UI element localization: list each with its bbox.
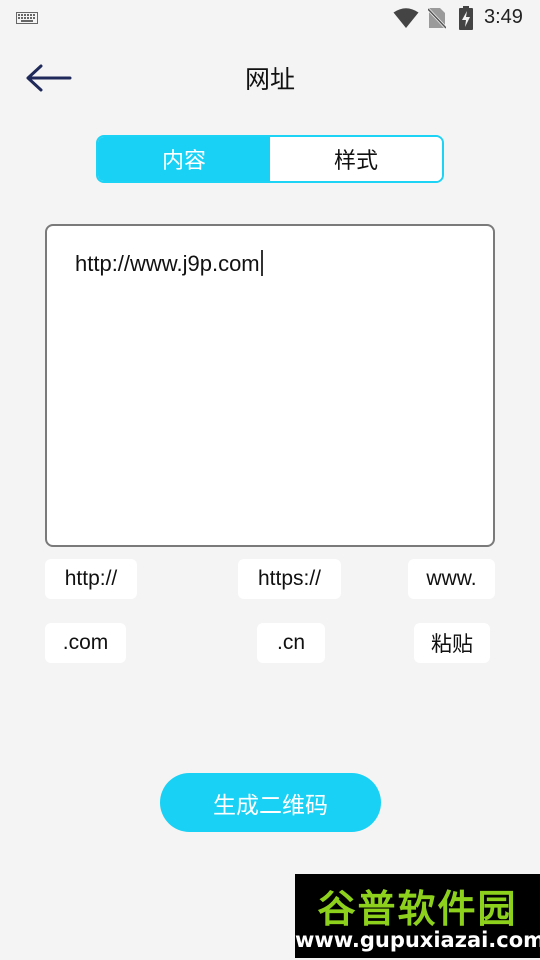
url-input[interactable]: http://www.j9p.com <box>45 224 495 547</box>
paste-button[interactable]: 粘贴 <box>414 623 490 663</box>
tab-bar: 内容 样式 <box>96 135 444 183</box>
text-cursor <box>260 250 263 276</box>
battery-charging-icon <box>459 6 473 30</box>
chip-cn[interactable]: .cn <box>257 623 325 663</box>
chip-http[interactable]: http:// <box>45 559 137 599</box>
page-title: 网址 <box>244 65 295 94</box>
url-input-value: http://www.j9p.com <box>75 251 260 276</box>
chip-com[interactable]: .com <box>45 623 126 663</box>
watermark-logo: 谷普软件园 www.gupuxiazai.com <box>295 874 540 958</box>
watermark-title: 谷普软件园 <box>317 887 518 931</box>
chip-https[interactable]: https:// <box>238 559 341 599</box>
no-sim-icon <box>428 7 446 29</box>
watermark-url: www.gupuxiazai.com <box>295 928 540 952</box>
status-time: 3:49 <box>484 6 523 28</box>
tab-content[interactable]: 内容 <box>98 137 270 181</box>
wifi-icon <box>393 8 419 28</box>
tab-style[interactable]: 样式 <box>270 137 442 181</box>
keyboard-icon <box>16 12 38 24</box>
generate-qr-button[interactable]: 生成二维码 <box>160 773 381 832</box>
status-bar: 3:49 <box>0 0 540 36</box>
chip-www[interactable]: www. <box>408 559 495 599</box>
